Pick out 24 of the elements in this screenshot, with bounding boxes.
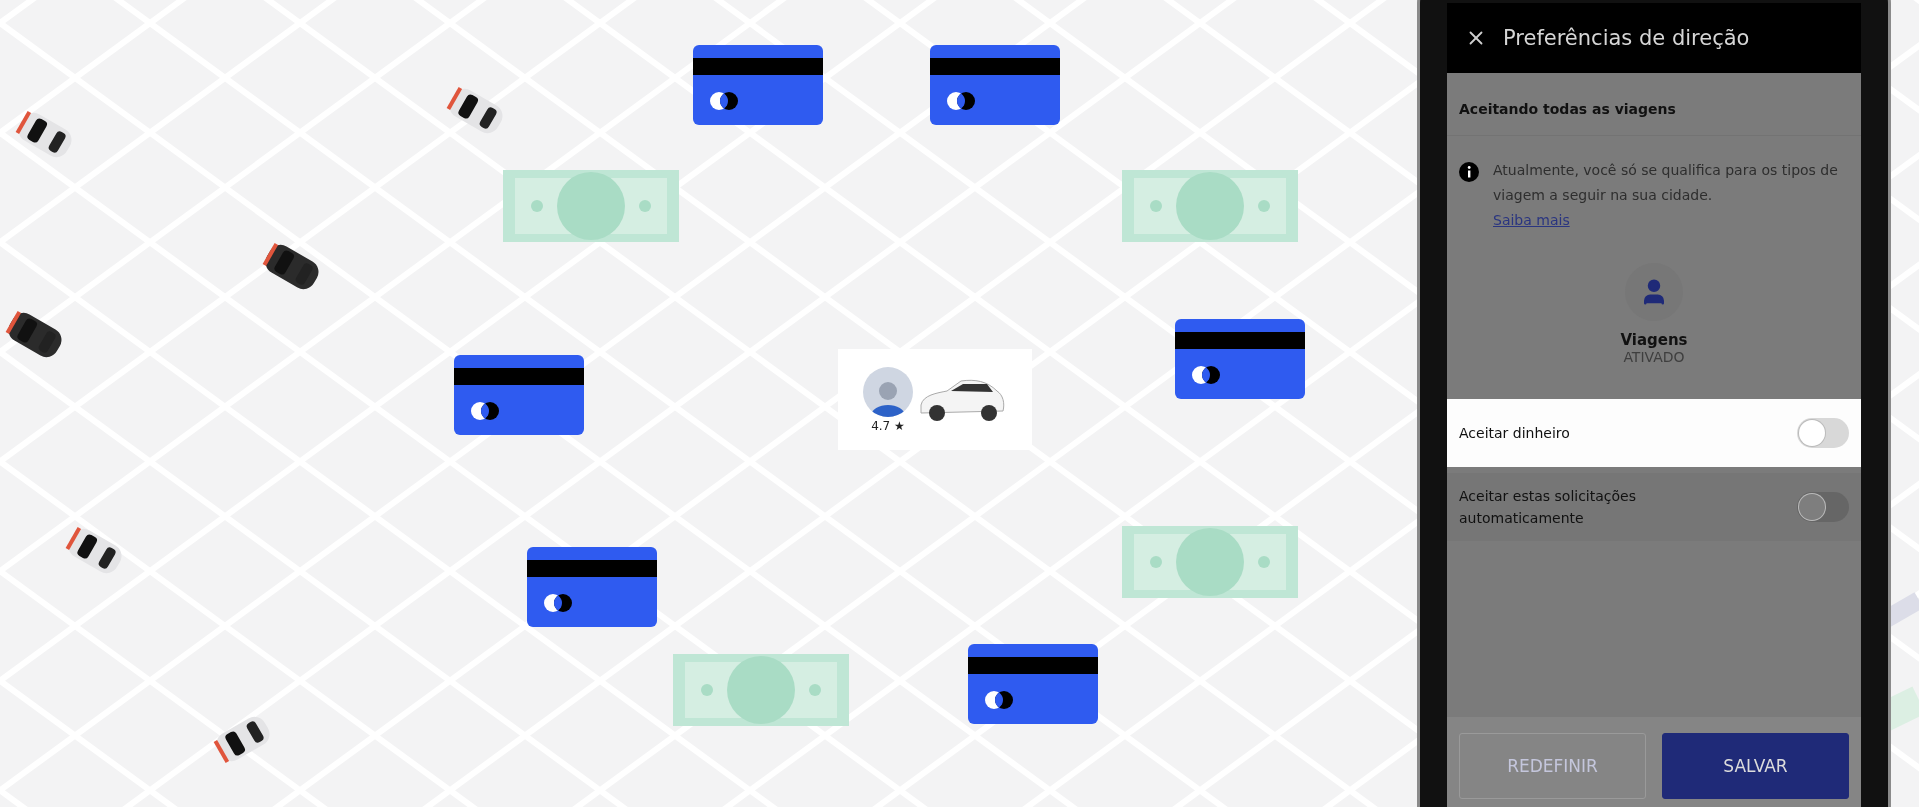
credit-card-icon: [968, 644, 1098, 724]
section-title: Aceitando todas as viagens: [1447, 73, 1861, 136]
credit-card-icon: [527, 547, 657, 627]
save-button[interactable]: SALVAR: [1662, 733, 1849, 799]
trip-type-name: Viagens: [1620, 331, 1688, 349]
trip-type-status: ATIVADO: [1623, 349, 1685, 365]
driver-rating: 4.7 ★: [871, 418, 905, 433]
credit-card-icon: [693, 45, 823, 125]
toggle-switch[interactable]: [1797, 418, 1849, 448]
credit-card-icon: [1175, 319, 1305, 399]
info-text: Atualmente, você só se qualifica para os tipos de viagem a seguir na sua cidade.: [1493, 161, 1839, 205]
banknote-icon: [503, 170, 679, 242]
setting-label: Aceitar dinheiro: [1459, 424, 1570, 443]
toggle-switch[interactable]: [1797, 492, 1849, 522]
credit-card-icon: [930, 45, 1060, 125]
banknote-icon: [673, 654, 849, 726]
banknote-icon: [1122, 526, 1298, 598]
avatar: [863, 366, 913, 417]
learn-more-link[interactable]: Saiba mais: [1493, 208, 1570, 233]
credit-card-icon: [454, 355, 584, 435]
banknote-icon: [1122, 170, 1298, 242]
screen-title: Preferências de direção: [1503, 26, 1750, 50]
setting-label: Aceitar estas solicitações automaticamente: [1459, 487, 1637, 528]
info-icon: [1459, 162, 1479, 182]
